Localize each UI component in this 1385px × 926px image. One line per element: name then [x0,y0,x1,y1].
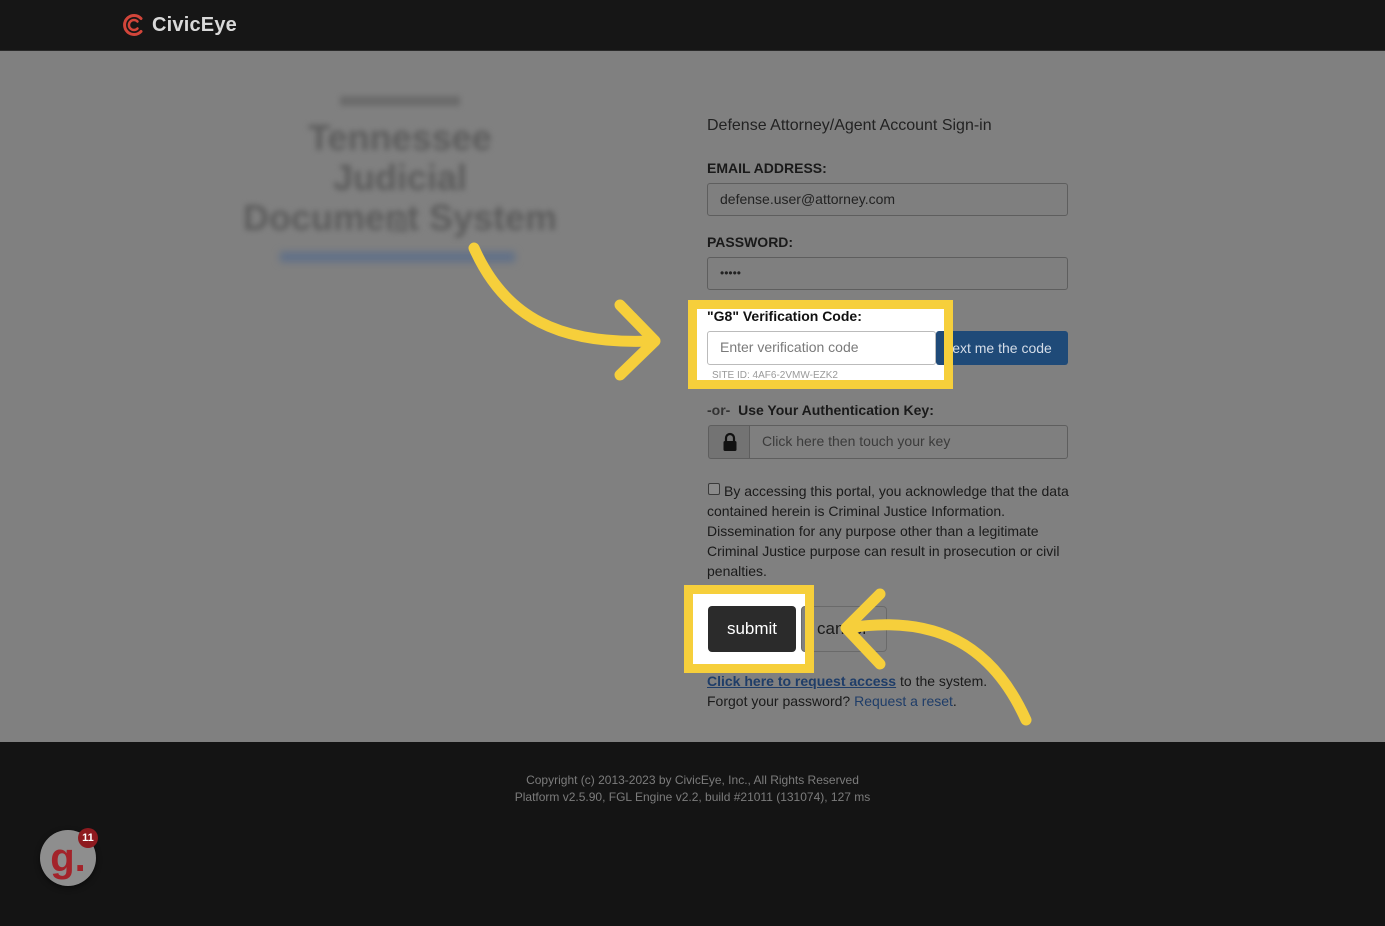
arrow-to-verification-icon [468,242,658,347]
page-footer: Copyright (c) 2013-2023 by CivicEye, Inc… [0,742,1385,926]
platform-text: Platform v2.5.90, FGL Engine v2.2, build… [514,790,871,804]
copyright-text: Copyright (c) 2013-2023 by CivicEye, Inc… [526,773,859,787]
guide-widget-button[interactable]: g. 11 [40,828,98,886]
notification-count-badge: 11 [78,828,98,848]
arrow-to-submit-icon [842,619,1032,726]
